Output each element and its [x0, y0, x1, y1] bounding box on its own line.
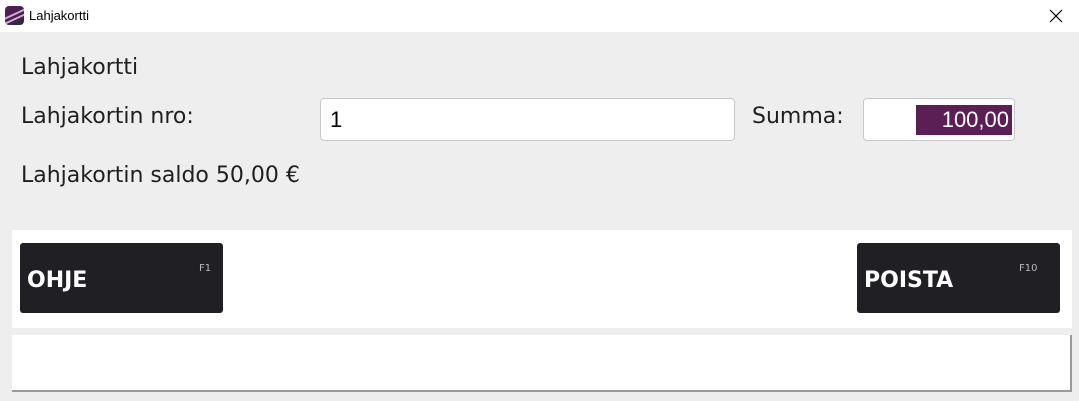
close-button[interactable]: [1033, 0, 1079, 32]
card-number-label: Lahjakortin nro:: [21, 104, 194, 129]
amount-input[interactable]: 100,00: [863, 98, 1015, 141]
message-bar: [12, 335, 1072, 392]
form-heading: Lahjakortti: [21, 55, 139, 80]
form-panel: Lahjakortti Lahjakortin nro: 1 Summa: 10…: [0, 32, 1079, 401]
help-button-label: OHJE: [27, 268, 88, 293]
window-title: Lahjakortti: [29, 8, 89, 23]
amount-value: 100,00: [916, 105, 1012, 135]
function-button-bar: OHJE F1 POISTA F10: [12, 230, 1072, 328]
amount-label: Summa:: [752, 104, 844, 129]
delete-button[interactable]: POISTA F10: [857, 243, 1060, 313]
delete-button-label: POISTA: [864, 268, 954, 293]
app-logo-icon: [5, 6, 24, 25]
help-button[interactable]: OHJE F1: [20, 243, 223, 313]
close-icon: [1049, 9, 1063, 23]
balance-text: Lahjakortin saldo 50,00 €: [21, 163, 300, 188]
title-bar: Lahjakortti: [0, 0, 1079, 32]
card-number-input[interactable]: 1: [320, 98, 735, 141]
delete-button-key: F10: [1019, 263, 1038, 274]
help-button-key: F1: [199, 263, 212, 274]
